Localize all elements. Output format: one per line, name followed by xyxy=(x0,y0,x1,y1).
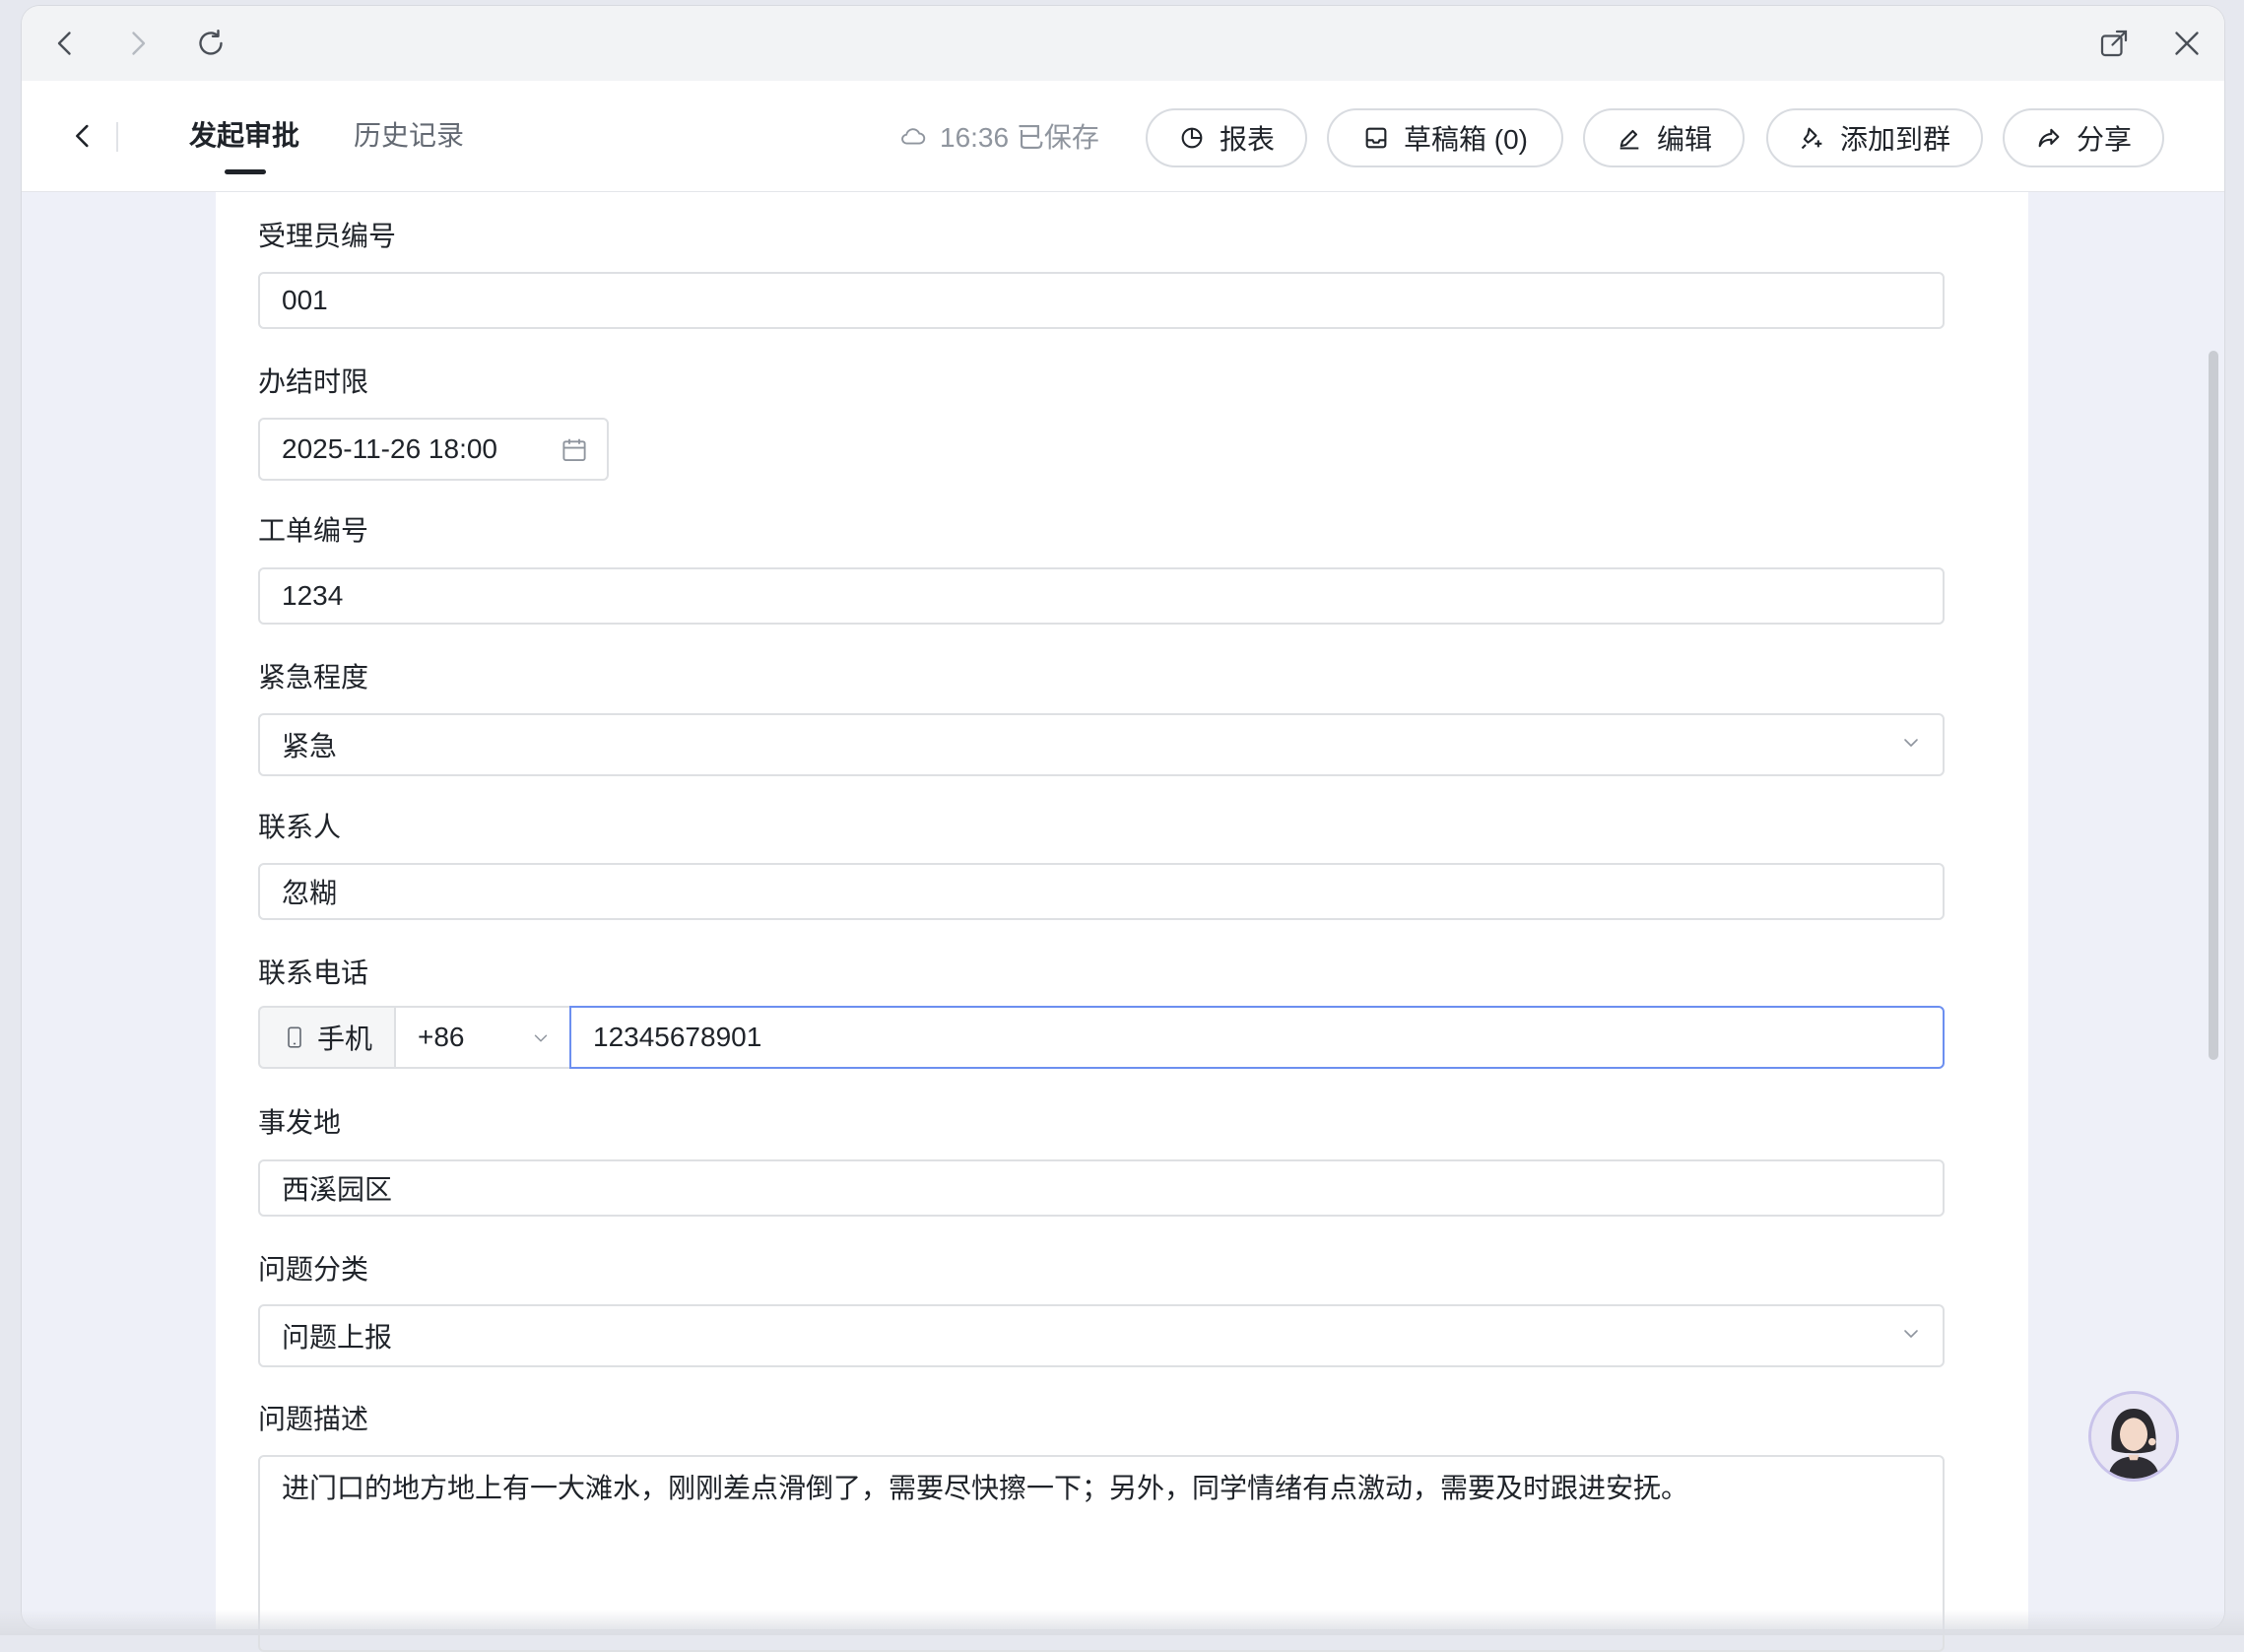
add-to-group-label: 添加到群 xyxy=(1839,124,1950,155)
edit-label: 编辑 xyxy=(1656,124,1712,155)
scrollbar[interactable] xyxy=(2209,351,2218,1060)
assistant-portrait-icon xyxy=(2091,1394,2176,1479)
forward-icon[interactable] xyxy=(114,20,162,67)
edit-button[interactable]: 编辑 xyxy=(1583,108,1745,167)
deadline-value: 2025-11-26 18:00 xyxy=(282,433,497,464)
ticket-no-input[interactable]: 1234 xyxy=(258,567,1945,625)
phone-number-input[interactable]: 12345678901 xyxy=(569,1006,1945,1069)
location-input[interactable]: 西溪园区 xyxy=(258,1159,1945,1217)
share-icon xyxy=(2038,128,2060,148)
handler-id-input[interactable]: 001 xyxy=(258,272,1945,329)
phone-type-selector[interactable]: 手机 xyxy=(258,1006,394,1069)
description-label: 问题描述 xyxy=(258,1404,369,1434)
country-code-select[interactable]: +86 xyxy=(394,1006,569,1069)
tab-history[interactable]: 历史记录 xyxy=(354,112,464,160)
back-icon[interactable] xyxy=(41,20,89,67)
save-status-text: 16:36 已保存 xyxy=(940,122,1099,153)
share-label: 分享 xyxy=(2076,124,2132,155)
category-value: 问题上报 xyxy=(282,1322,393,1353)
report-label: 报表 xyxy=(1219,124,1275,155)
save-status: 16:36 已保存 xyxy=(898,112,1099,160)
deadline-label: 办结时限 xyxy=(258,366,369,397)
phone-label: 联系电话 xyxy=(258,958,369,988)
contact-label: 联系人 xyxy=(258,812,342,842)
add-to-group-button[interactable]: 添加到群 xyxy=(1766,108,1983,167)
location-label: 事发地 xyxy=(258,1107,342,1138)
chevron-down-icon xyxy=(1904,739,1918,747)
phone-type-label: 手机 xyxy=(316,1024,372,1054)
country-code-value: +86 xyxy=(418,1022,465,1052)
calendar-icon xyxy=(562,438,586,461)
divider xyxy=(116,122,118,152)
ticket-no-label: 工单编号 xyxy=(258,515,369,546)
urgency-label: 紧急程度 xyxy=(258,662,369,693)
share-button[interactable]: 分享 xyxy=(2003,108,2164,167)
deadline-date-picker[interactable]: 2025-11-26 18:00 xyxy=(258,418,609,481)
category-select[interactable]: 问题上报 xyxy=(258,1304,1945,1367)
pie-chart-icon xyxy=(1181,127,1203,149)
urgency-select[interactable]: 紧急 xyxy=(258,713,1945,776)
chevron-down-icon xyxy=(1904,1330,1918,1338)
refresh-icon[interactable] xyxy=(187,20,234,67)
browser-toolbar xyxy=(22,6,2224,81)
cloud-icon xyxy=(901,128,926,145)
drafts-label: 草稿箱 (0) xyxy=(1403,124,1528,155)
category-label: 问题分类 xyxy=(258,1254,369,1285)
pin-plus-icon xyxy=(1801,127,1822,150)
chevron-down-icon xyxy=(534,1034,548,1042)
urgency-value: 紧急 xyxy=(282,731,338,761)
drafts-button[interactable]: 草稿箱 (0) xyxy=(1327,108,1563,167)
handler-id-label: 受理员编号 xyxy=(258,221,397,251)
active-tab-indicator xyxy=(225,169,266,174)
close-icon[interactable] xyxy=(2163,20,2211,67)
contact-input[interactable]: 忽糊 xyxy=(258,863,1945,920)
report-button[interactable]: 报表 xyxy=(1146,108,1307,167)
assistant-avatar[interactable] xyxy=(2088,1391,2179,1482)
mobile-phone-icon xyxy=(288,1026,301,1048)
app-header: 发起审批 历史记录 16:36 已保存 报表 草稿箱 (0) 编辑 添加到群 分… xyxy=(22,81,2224,192)
pencil-icon xyxy=(1619,129,1639,150)
inbox-icon xyxy=(1365,127,1387,149)
tab-start-approval[interactable]: 发起审批 xyxy=(189,112,299,160)
phone-field: 手机 +86 12345678901 xyxy=(258,1006,1945,1069)
bottom-edge xyxy=(0,1610,2244,1635)
open-in-new-window-icon[interactable] xyxy=(2090,20,2138,67)
back-button[interactable] xyxy=(59,112,106,160)
